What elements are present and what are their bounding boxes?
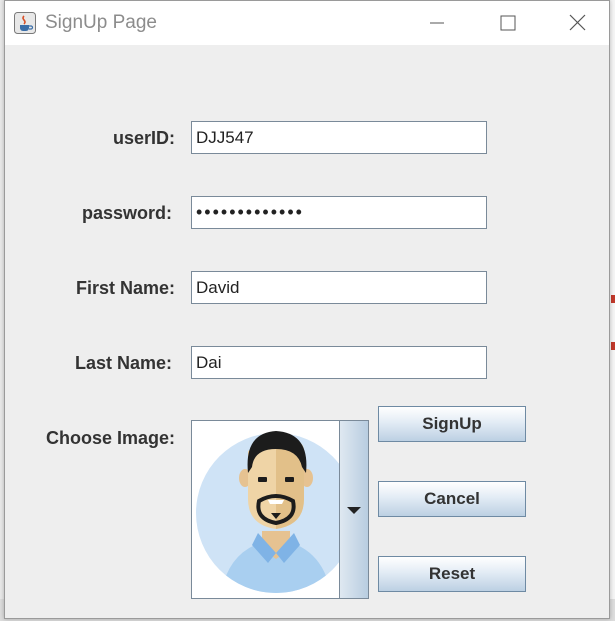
userid-label: userID: <box>112 128 175 148</box>
firstname-field[interactable] <box>191 271 487 304</box>
reset-button[interactable]: Reset <box>378 556 526 592</box>
combobox-arrow-button[interactable] <box>339 421 368 598</box>
userid-field[interactable] <box>191 121 487 154</box>
maximize-icon[interactable] <box>487 9 527 37</box>
minimize-icon[interactable] <box>417 9 457 37</box>
signup-window: SignUp Page userID: password: First Name… <box>4 0 610 619</box>
lastname-label: Last Name: <box>74 353 172 373</box>
java-app-icon <box>14 12 36 34</box>
background-red-mark <box>611 295 615 303</box>
image-combobox[interactable] <box>191 420 369 599</box>
chevron-down-icon <box>347 507 361 514</box>
signup-button[interactable]: SignUp <box>378 406 526 442</box>
cancel-button[interactable]: Cancel <box>378 481 526 517</box>
firstname-label: First Name: <box>75 278 175 298</box>
choose-image-label: Choose Image: <box>45 428 175 448</box>
lastname-field[interactable] <box>191 346 487 379</box>
background-red-mark <box>611 342 615 350</box>
avatar-image <box>196 431 340 593</box>
password-label: password: <box>81 203 172 223</box>
title-bar[interactable]: SignUp Page <box>5 1 609 45</box>
close-icon[interactable] <box>557 9 597 37</box>
password-field[interactable] <box>191 196 487 229</box>
window-title: SignUp Page <box>45 12 157 33</box>
